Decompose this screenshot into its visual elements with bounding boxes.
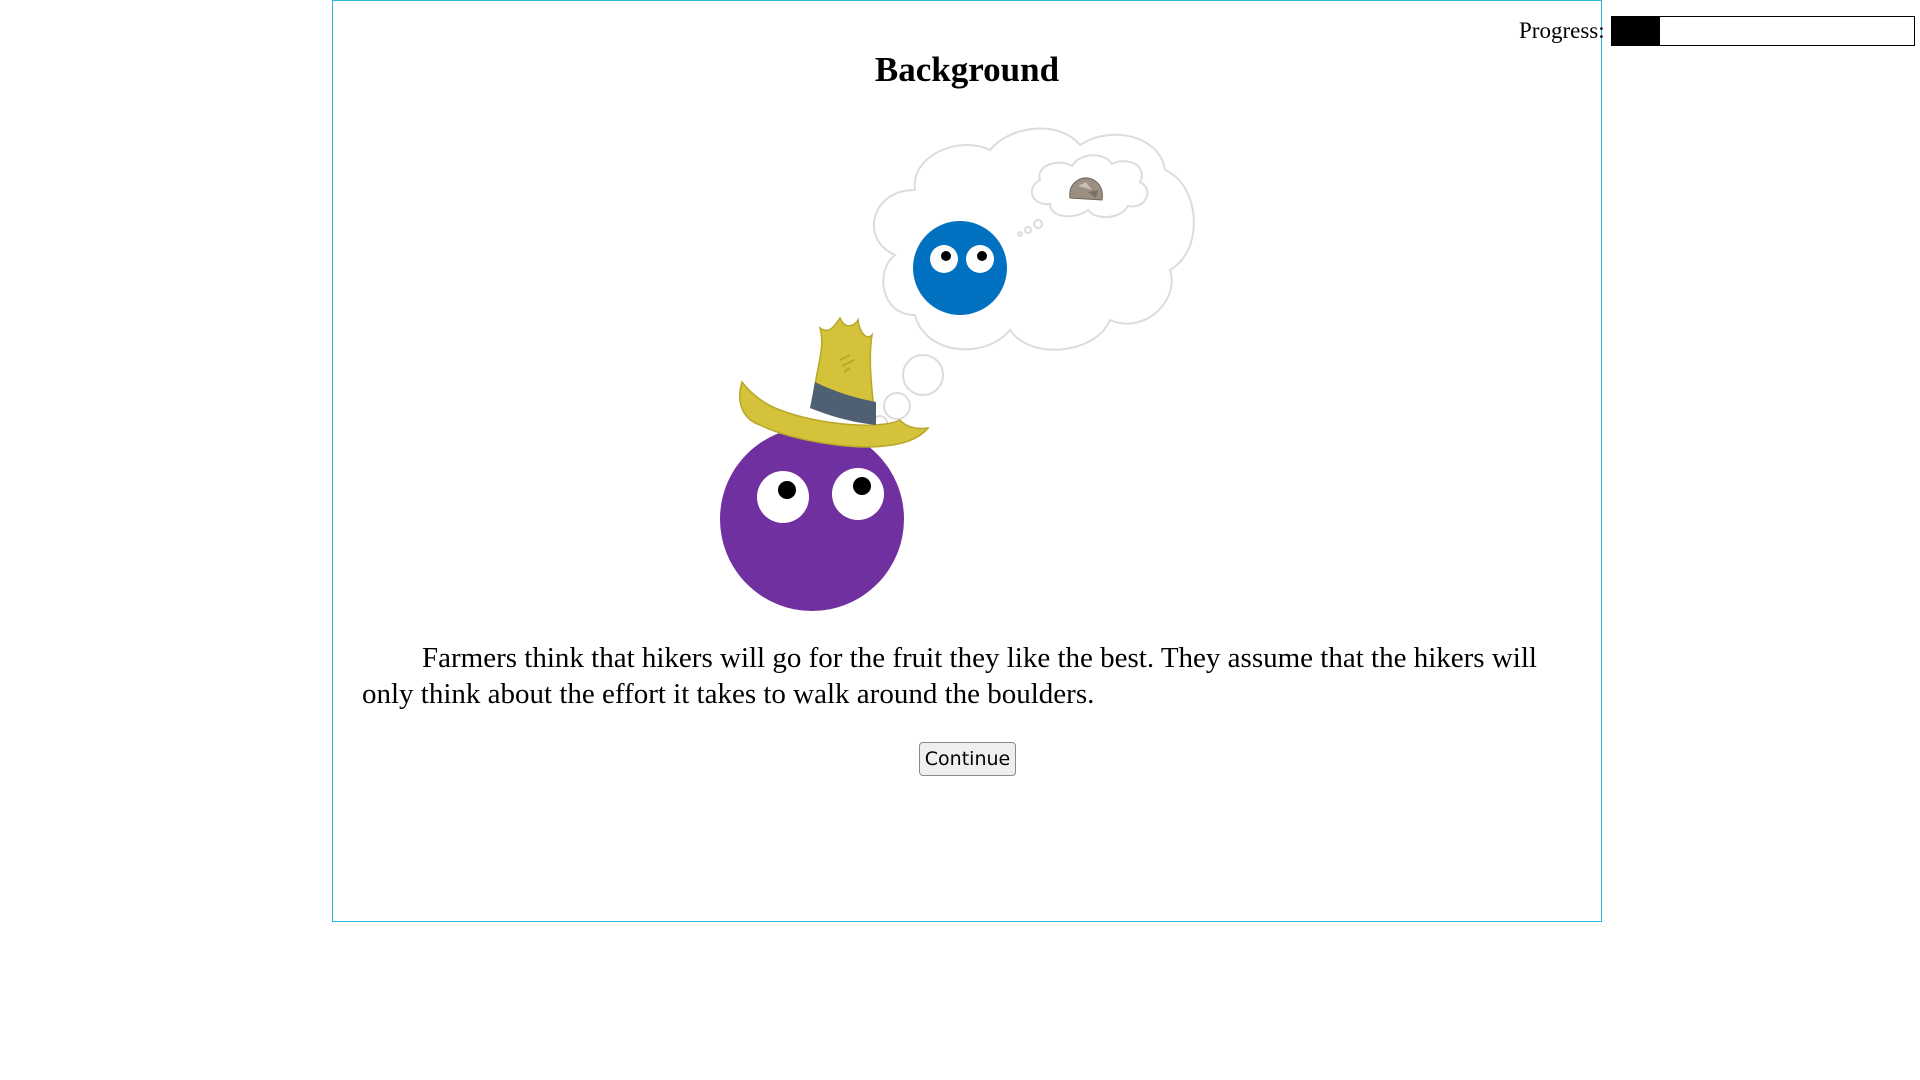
progress-label: Progress: (1519, 18, 1605, 43)
continue-button[interactable]: Continue (919, 742, 1016, 776)
progress-bar (1610, 16, 1915, 46)
progress-bar-fill (1611, 17, 1660, 45)
farmer-thinking-illustration (720, 127, 1195, 611)
page-title: Background (874, 50, 1060, 89)
farmer-character-icon (720, 427, 904, 611)
straw-hat-icon (739, 316, 930, 448)
story-text: Farmers think that hikers will go for th… (362, 642, 1537, 710)
progress-indicator: Progress: (1519, 14, 1915, 48)
hiker-character-icon (913, 221, 1007, 315)
